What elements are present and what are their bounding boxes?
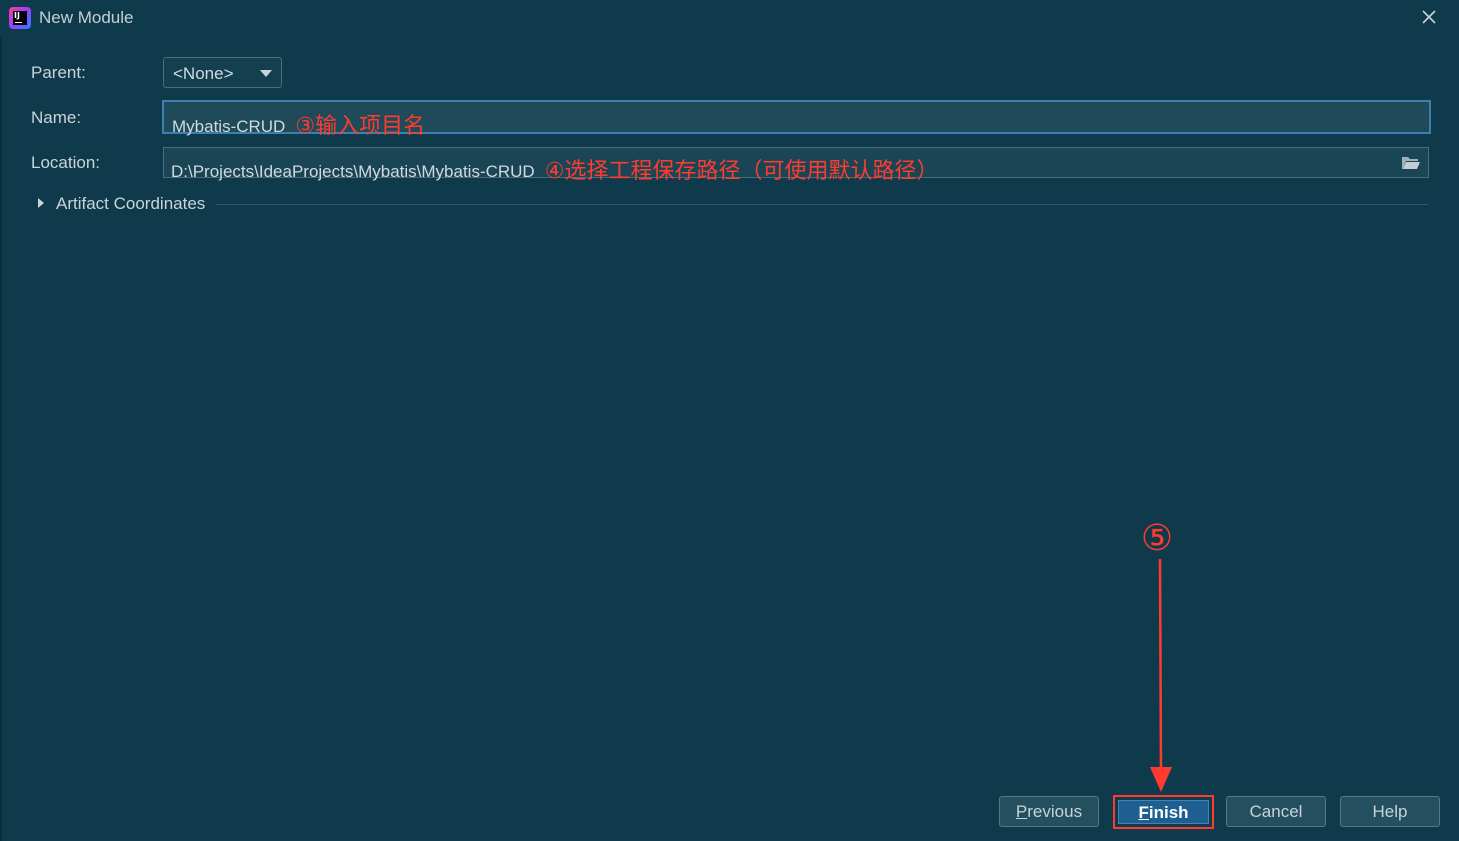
parent-dropdown[interactable]: <None> bbox=[163, 57, 282, 88]
name-input[interactable]: Mybatis-CRUD ③输入项目名 bbox=[162, 100, 1431, 139]
finish-mnemonic: F bbox=[1138, 803, 1149, 822]
section-divider bbox=[216, 204, 1428, 205]
artifact-coordinates-label: Artifact Coordinates bbox=[56, 194, 206, 213]
name-label: Name: bbox=[31, 108, 82, 127]
chevron-down-icon bbox=[260, 70, 272, 77]
folder-open-icon[interactable] bbox=[1401, 155, 1421, 171]
previous-label: revious bbox=[1027, 802, 1083, 821]
intellij-idea-icon: IJ bbox=[9, 7, 31, 29]
new-module-dialog: IJ New Module Parent: <None> Name: Mybat… bbox=[0, 0, 1459, 841]
cancel-button[interactable]: Cancel bbox=[1226, 796, 1326, 827]
finish-highlight-box: Finish bbox=[1113, 795, 1214, 829]
location-annotation: ④选择工程保存路径（可使用默认路径） bbox=[544, 159, 939, 184]
location-input-value: D:\Projects\IdeaProjects\Mybatis\Mybatis… bbox=[171, 162, 535, 181]
previous-mnemonic: P bbox=[1015, 802, 1028, 821]
help-button[interactable]: Help bbox=[1340, 796, 1440, 827]
finish-label: inish bbox=[1148, 803, 1189, 822]
chevron-right-icon bbox=[38, 198, 44, 208]
title-bar: IJ New Module bbox=[0, 0, 1459, 36]
step-five-annotation: ⑤ bbox=[1140, 518, 1174, 559]
name-annotation: ③输入项目名 bbox=[295, 114, 426, 139]
name-input-value: Mybatis-CRUD bbox=[172, 117, 286, 136]
finish-button[interactable]: Finish bbox=[1118, 800, 1209, 824]
previous-button[interactable]: Previous bbox=[999, 796, 1099, 827]
window-left-edge bbox=[0, 36, 2, 841]
close-icon[interactable] bbox=[1418, 6, 1440, 28]
red-arrow-annotation bbox=[1150, 558, 1172, 792]
parent-label: Parent: bbox=[31, 63, 86, 82]
location-label: Location: bbox=[31, 153, 100, 172]
location-input[interactable]: D:\Projects\IdeaProjects\Mybatis\Mybatis… bbox=[163, 147, 1429, 184]
parent-dropdown-value: <None> bbox=[173, 64, 234, 83]
window-title: New Module bbox=[39, 8, 134, 27]
